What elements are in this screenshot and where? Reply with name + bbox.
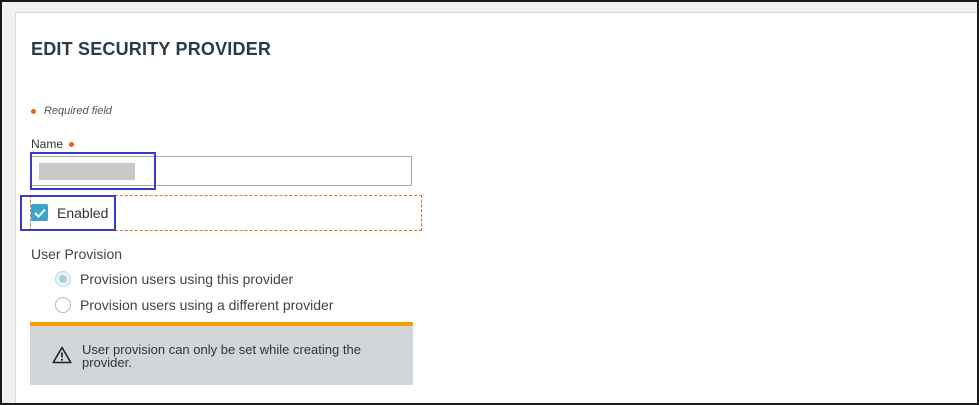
provision-option-label: Provision users using this provider xyxy=(80,271,294,287)
required-dot-icon xyxy=(31,108,36,114)
top-border xyxy=(15,2,977,13)
edit-provider-panel: EDIT SECURITY PROVIDER Required field Na… xyxy=(16,13,977,403)
window-frame: EDIT SECURITY PROVIDER Required field Na… xyxy=(0,0,979,405)
name-label-text: Name xyxy=(31,137,64,151)
warning-text: User provision can only be set while cre… xyxy=(82,342,361,370)
provision-option-label: Provision users using a different provid… xyxy=(80,297,334,313)
enabled-highlight-box xyxy=(20,195,116,231)
user-provision-label: User Provision xyxy=(31,246,123,262)
page-title: EDIT SECURITY PROVIDER xyxy=(31,39,272,59)
required-dot-icon xyxy=(69,141,75,147)
left-border xyxy=(2,2,16,403)
name-highlight-box xyxy=(30,152,156,190)
warning-banner: User provision can only be set while cre… xyxy=(30,322,413,385)
provision-option-different-provider[interactable]: Provision users using a different provid… xyxy=(55,297,333,313)
radio-selected-icon[interactable] xyxy=(55,271,71,287)
provision-option-this-provider[interactable]: Provision users using this provider xyxy=(55,271,293,287)
radio-unselected-icon[interactable] xyxy=(55,297,71,313)
required-field-text: Required field xyxy=(44,105,112,117)
name-label: Name xyxy=(31,137,75,151)
warning-triangle-icon xyxy=(52,346,72,364)
required-field-note: Required field xyxy=(31,105,112,117)
